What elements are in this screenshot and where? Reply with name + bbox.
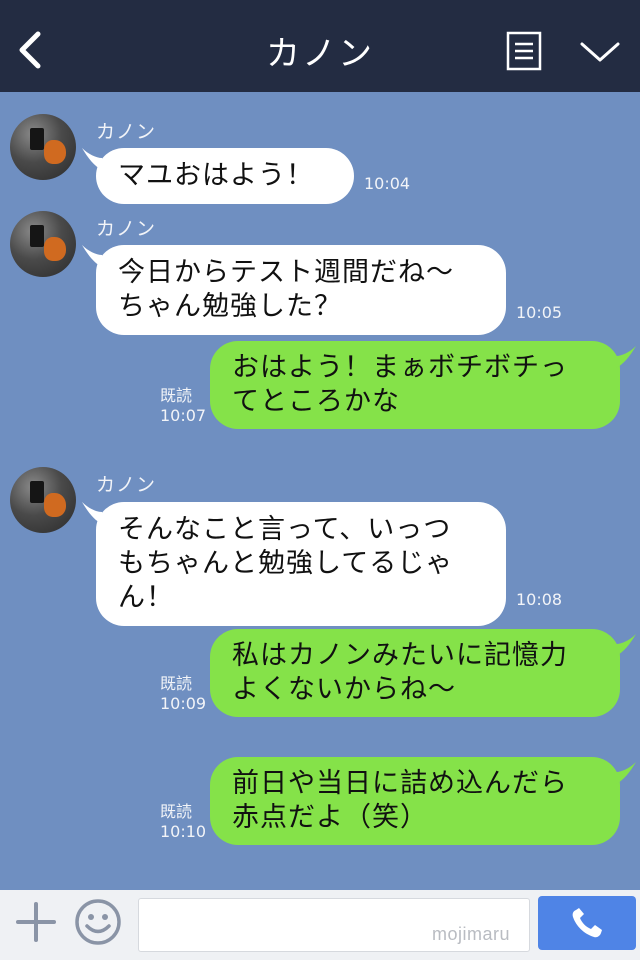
message-bubble[interactable]: おはよう！まぁボチボチっ てところかな [210, 341, 620, 429]
message-text: 前日や当日に詰め込んだら 赤点だよ（笑） [232, 768, 568, 833]
input-bar [0, 890, 640, 960]
sender-name: カノン [96, 121, 157, 143]
avatar[interactable] [10, 211, 76, 277]
message-text: 私はカノンみたいに記憶力 よくないからね〜 [232, 640, 568, 705]
avatar[interactable] [10, 467, 76, 533]
message-time: 10:05 [516, 303, 563, 322]
bubble-tail [616, 762, 636, 784]
message-text: おはよう！まぁボチボチっ てところかな [232, 352, 568, 417]
call-button[interactable] [538, 896, 636, 950]
message-bubble[interactable]: マユおはよう！ [96, 148, 354, 204]
message-time: 10:08 [516, 590, 563, 609]
message-time: 10:07 [160, 406, 207, 425]
message-bubble[interactable]: 前日や当日に詰め込んだら 赤点だよ（笑） [210, 757, 620, 845]
sender-name: カノン [96, 218, 157, 240]
message-text: 今日からテスト週間だね〜 ちゃん勉強した？ [118, 257, 454, 322]
message-text: そんなこと言って、いっつ もちゃんと勉強してるじゃ ん！ [118, 514, 454, 613]
plus-icon[interactable] [14, 900, 58, 944]
message-bubble[interactable]: 私はカノンみたいに記憶力 よくないからね〜 [210, 629, 620, 717]
read-label: 既読 [160, 802, 193, 821]
message-time: 10:04 [364, 174, 411, 193]
bubble-tail [616, 346, 636, 368]
read-label: 既読 [160, 386, 193, 405]
message-time: 10:09 [160, 694, 207, 713]
notes-icon[interactable] [506, 31, 542, 71]
message-bubble[interactable]: 今日からテスト週間だね〜 ちゃん勉強した？ [96, 245, 506, 335]
read-receipt: 既読 10:07 [160, 386, 206, 426]
chevron-down-icon[interactable] [578, 36, 622, 66]
avatar[interactable] [10, 114, 76, 180]
message-bubble[interactable]: そんなこと言って、いっつ もちゃんと勉強してるじゃ ん！ [96, 502, 506, 626]
message-time: 10:10 [160, 822, 207, 841]
sender-name: カノン [96, 474, 157, 496]
chat-title: カノン [266, 34, 374, 74]
message-text: マユおはよう！ [118, 160, 314, 191]
watermark: mojimaru [432, 924, 511, 944]
read-label: 既読 [160, 674, 193, 693]
chat-area[interactable]: カノン マユおはよう！ 10:04 カノン 今日からテスト週間だね〜 ちゃん勉強… [0, 92, 640, 890]
phone-icon [572, 908, 602, 938]
bubble-tail [616, 634, 636, 656]
smiley-icon[interactable] [74, 898, 122, 946]
read-receipt: 既読 10:10 [160, 802, 206, 842]
read-receipt: 既読 10:09 [160, 674, 206, 714]
chat-header: カノン [0, 0, 640, 92]
